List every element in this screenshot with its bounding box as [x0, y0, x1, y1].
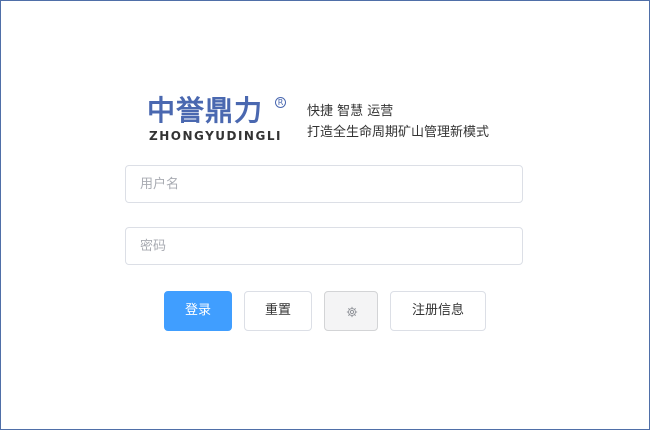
logo-english-name: ZHONGYUDINGLI	[149, 129, 282, 143]
logo-chinese-name: 中誉鼎力	[147, 94, 264, 127]
settings-button[interactable]	[324, 291, 378, 331]
reset-button[interactable]: 重置	[244, 291, 312, 331]
tagline: 快捷 智慧 运营 打造全生命周期矿山管理新模式	[307, 101, 489, 143]
registered-mark: R	[275, 97, 286, 108]
tagline-line-2: 打造全生命周期矿山管理新模式	[307, 125, 490, 140]
login-button[interactable]: 登录	[164, 291, 232, 331]
username-input[interactable]	[125, 165, 523, 203]
login-window: 中誉鼎力 R ZHONGYUDINGLI 快捷 智慧 运营 打造全生命周期矿山管…	[0, 0, 650, 430]
register-info-button[interactable]: 注册信息	[390, 291, 486, 331]
password-input[interactable]	[125, 227, 523, 265]
tagline-line-1: 快捷 智慧 运营	[307, 104, 394, 119]
gear-icon	[346, 306, 358, 318]
